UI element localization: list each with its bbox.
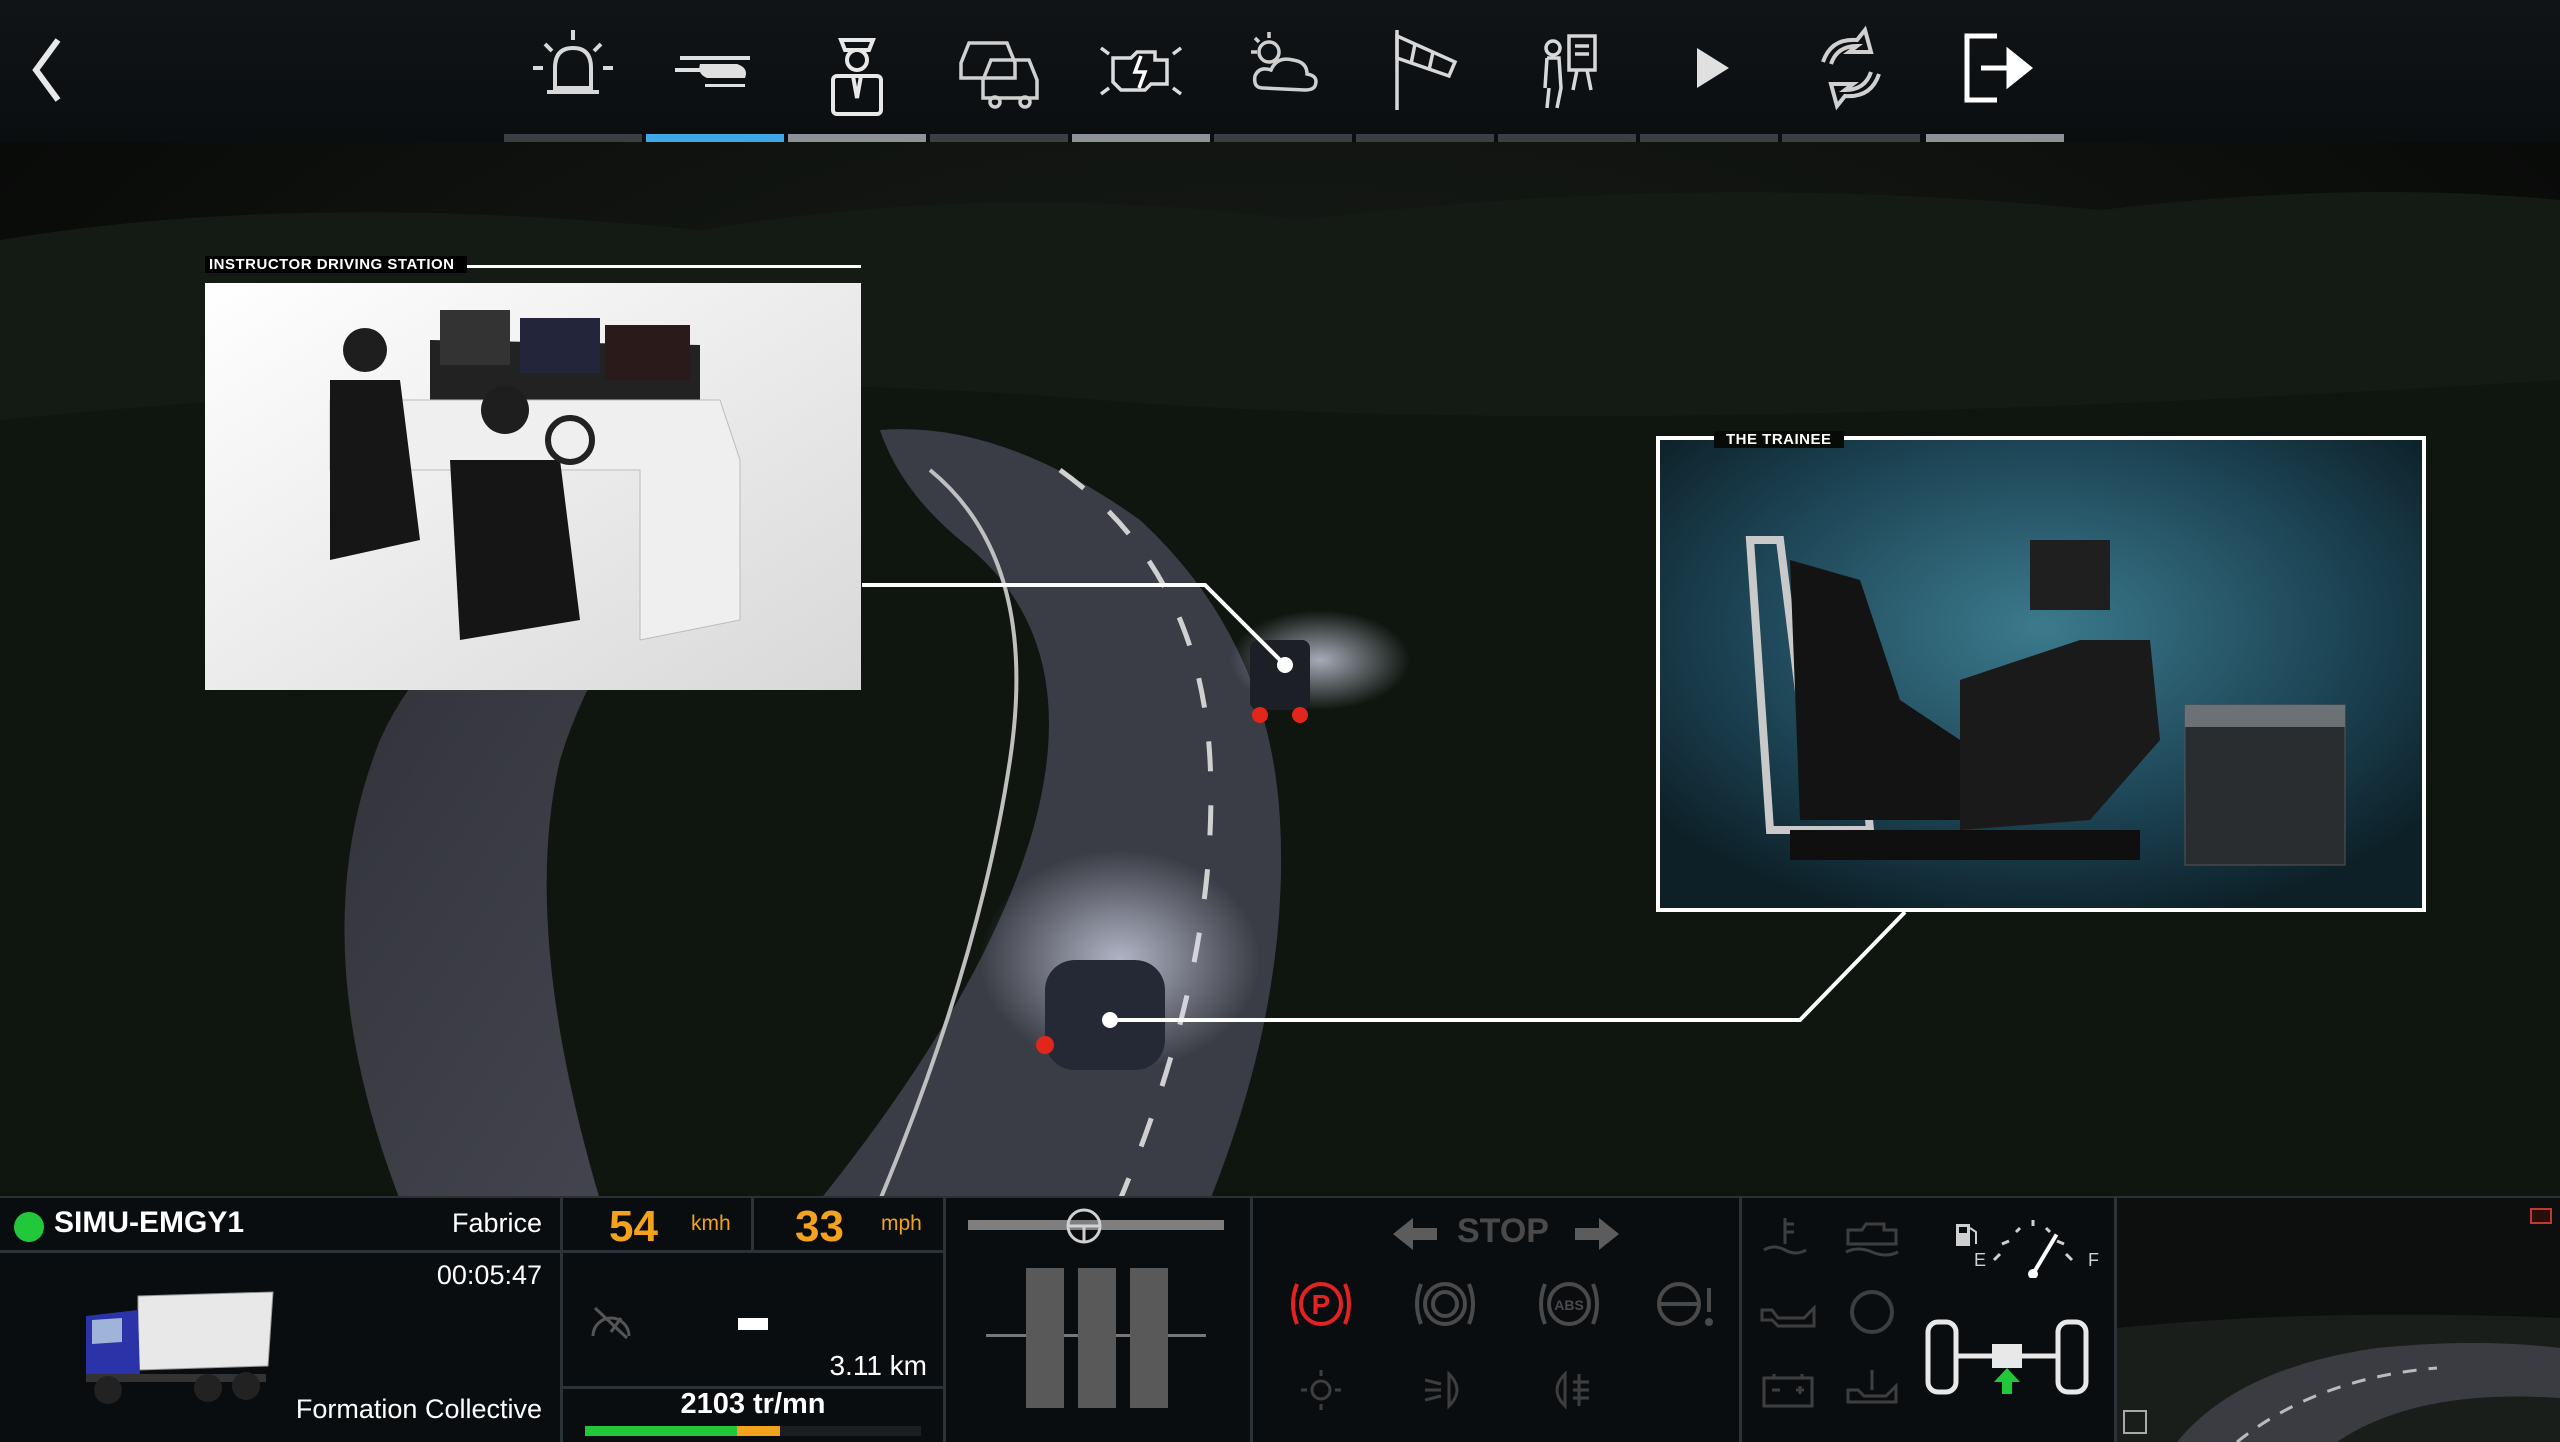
rpm-value: 2103 tr/mn bbox=[680, 1388, 826, 1420]
fuel-pump-icon bbox=[1956, 1224, 1977, 1246]
tool-wind-indicator bbox=[1356, 134, 1494, 142]
instructor-panel-frame bbox=[201, 279, 857, 686]
tool-play-indicator bbox=[1640, 134, 1778, 142]
tool-reset-indicator bbox=[1782, 134, 1920, 142]
weather-icon bbox=[1251, 32, 1318, 92]
session-timer: 00:05:47 bbox=[436, 1260, 542, 1290]
engine-status-section: E F bbox=[1742, 1198, 2117, 1442]
back-button[interactable] bbox=[18, 30, 78, 110]
throttle-pedal-bar bbox=[1130, 1268, 1168, 1408]
speed-section: 54 kmh 33 mph 3.11 km 2103 tr/mn bbox=[563, 1198, 946, 1442]
rear-camera-image bbox=[2117, 1198, 2560, 1442]
rpm-bar-track bbox=[585, 1426, 921, 1436]
trainee-panel-title: THE TRAINEE bbox=[1714, 431, 1844, 448]
truck-icon bbox=[86, 1291, 274, 1404]
top-toolbar bbox=[0, 0, 2560, 142]
tool-wind-button[interactable] bbox=[1356, 0, 1494, 142]
tool-traffic-indicator bbox=[930, 134, 1068, 142]
controls-section bbox=[946, 1198, 1253, 1442]
tool-siren-button[interactable] bbox=[504, 0, 642, 142]
battery-icon bbox=[1762, 1374, 1814, 1408]
tool-play-button[interactable] bbox=[1640, 0, 1778, 142]
brake-pedal-bar bbox=[1078, 1268, 1116, 1408]
parking-brake-icon: P bbox=[1291, 1282, 1351, 1326]
rear-fog-icon bbox=[1555, 1370, 1589, 1410]
exit-icon bbox=[1964, 33, 2034, 103]
instructor-board-icon bbox=[1543, 34, 1597, 109]
speed-kmh-unit: kmh bbox=[691, 1212, 731, 1235]
drivetrain-icon bbox=[1925, 1319, 2089, 1395]
engine-temp-icon bbox=[1845, 1222, 1899, 1257]
vehicle-id: SIMU-EMGY1 bbox=[54, 1206, 245, 1239]
fuel-full-label: F bbox=[2088, 1250, 2099, 1270]
dashboard-hud: SIMU-EMGY1 Fabrice 00:05:47 Formation Co… bbox=[0, 1196, 2560, 1442]
instructor-panel-title: INSTRUCTOR DRIVING STATION bbox=[205, 256, 467, 273]
tool-weather-indicator bbox=[1214, 134, 1352, 142]
tool-exit-button[interactable] bbox=[1926, 0, 2064, 142]
speedometer-icon bbox=[591, 1306, 631, 1340]
tool-traffic-button[interactable] bbox=[930, 0, 1068, 142]
svg-text:ABS: ABS bbox=[1554, 1297, 1584, 1313]
tool-engine-fault-button[interactable] bbox=[1072, 0, 1210, 142]
driver-name: Fabrice bbox=[451, 1208, 542, 1238]
light-icon bbox=[1301, 1370, 1341, 1410]
tool-weather-button[interactable] bbox=[1214, 0, 1352, 142]
camera-corner-icon[interactable] bbox=[2123, 1410, 2147, 1434]
fuel-gauge bbox=[1992, 1220, 2074, 1278]
turn-left-icon bbox=[1393, 1218, 1437, 1250]
engine-fault-icon bbox=[1099, 46, 1183, 96]
traffic-cars-icon bbox=[959, 41, 1039, 109]
tool-reset-button[interactable] bbox=[1782, 0, 1920, 142]
tool-helicopter-button[interactable] bbox=[646, 0, 784, 142]
speed-mph-value: 33 bbox=[795, 1202, 844, 1251]
steering-warning-icon bbox=[1657, 1282, 1713, 1326]
tool-officer-button[interactable] bbox=[788, 0, 926, 142]
helicopter-icon bbox=[675, 56, 750, 87]
tool-engine-fault-indicator bbox=[1072, 134, 1210, 142]
vehicle-info-section[interactable]: SIMU-EMGY1 Fabrice 00:05:47 Formation Co… bbox=[0, 1198, 563, 1442]
tool-siren-indicator bbox=[504, 134, 642, 142]
rpm-bar-fill bbox=[585, 1426, 780, 1436]
fuel-empty-label: E bbox=[1974, 1250, 1987, 1270]
trainee-panel-frame bbox=[1656, 436, 2426, 912]
svg-text:P: P bbox=[1312, 1289, 1331, 1320]
status-indicator bbox=[14, 1212, 44, 1242]
tool-instructor-board-button[interactable] bbox=[1498, 0, 1636, 142]
turn-right-icon bbox=[1575, 1218, 1619, 1250]
speed-kmh-value: 54 bbox=[609, 1202, 658, 1251]
warning-lights-section: STOP P ABS bbox=[1253, 1198, 1742, 1442]
reset-icon bbox=[1821, 25, 1881, 111]
coolant-temp-icon bbox=[1763, 1218, 1807, 1255]
fuel-needle bbox=[2031, 1233, 2059, 1276]
gear-indicator bbox=[738, 1318, 768, 1330]
windsock-icon bbox=[1395, 30, 1458, 110]
officer-icon bbox=[831, 38, 883, 116]
tire-pressure-icon bbox=[1850, 1290, 1894, 1334]
tool-helicopter-indicator bbox=[646, 134, 784, 142]
tool-instructor-board-indicator bbox=[1498, 134, 1636, 142]
clutch-pedal-bar bbox=[1026, 1268, 1064, 1408]
speed-mph-unit: mph bbox=[881, 1212, 922, 1235]
oil-level-icon bbox=[1846, 1370, 1898, 1404]
camera-toggle-button[interactable] bbox=[2530, 1208, 2552, 1224]
play-icon bbox=[1697, 48, 1729, 88]
tool-officer-indicator bbox=[788, 134, 926, 142]
rear-camera-view[interactable] bbox=[2117, 1198, 2560, 1442]
distance-value: 3.11 km bbox=[829, 1350, 927, 1381]
training-mode: Formation Collective bbox=[295, 1394, 542, 1424]
siren-icon bbox=[533, 30, 613, 94]
abs-icon: ABS bbox=[1539, 1282, 1599, 1326]
tool-exit-indicator bbox=[1926, 134, 2064, 142]
chevron-left-icon bbox=[32, 38, 61, 102]
brake-warning-icon bbox=[1415, 1282, 1475, 1326]
oil-pressure-icon bbox=[1760, 1304, 1816, 1328]
steering-wheel-icon bbox=[1066, 1208, 1102, 1244]
front-fog-icon bbox=[1424, 1370, 1459, 1410]
stop-label: STOP bbox=[1457, 1212, 1549, 1250]
